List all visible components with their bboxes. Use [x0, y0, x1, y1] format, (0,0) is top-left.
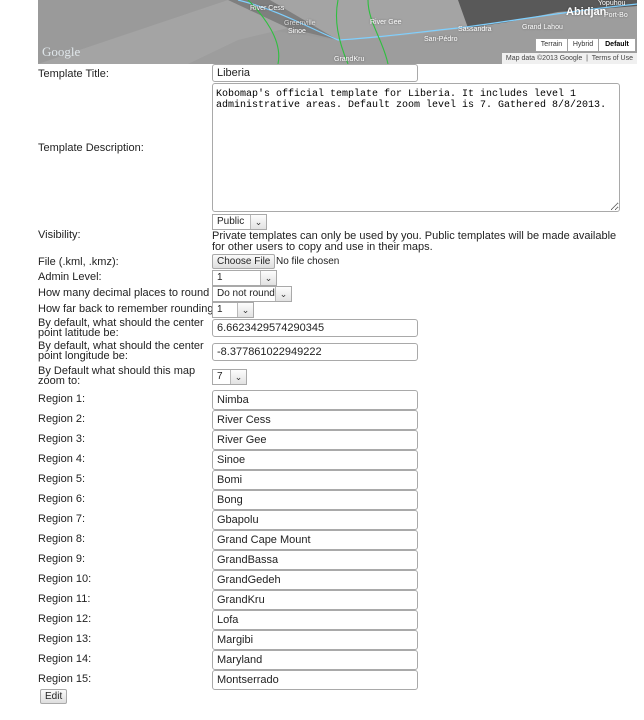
decimal-places-selected-value: Do not round	[217, 288, 275, 299]
map-type-hybrid[interactable]: Hybrid	[567, 38, 599, 52]
default-zoom-selected-value: 7	[217, 371, 223, 382]
rounding-memory-select[interactable]: 1 ⌄	[212, 302, 254, 318]
map-label-abidjan: Abidjan	[566, 6, 607, 18]
region-input[interactable]: Sinoe	[212, 450, 418, 470]
admin-level-select[interactable]: 1 ⌄	[212, 270, 277, 286]
region-label: Region 8:	[38, 533, 86, 545]
region-input[interactable]: Maryland	[212, 650, 418, 670]
chevron-down-icon: ⌄	[237, 303, 253, 317]
terms-of-use-link[interactable]: Terms of Use	[592, 55, 633, 62]
map-view[interactable]: River Cess Greenville Sinoe River Gee Sa…	[38, 0, 637, 64]
center-longitude-label: By default, what should the center point…	[38, 340, 204, 362]
map-label-san-pedro: San-Pédro	[424, 36, 458, 43]
file-label: File (.kml, .kmz):	[38, 256, 119, 268]
decimal-places-select[interactable]: Do not round ⌄	[212, 286, 292, 302]
region-input[interactable]: River Gee	[212, 430, 418, 450]
region-label: Region 13:	[38, 633, 92, 645]
admin-level-selected-value: 1	[217, 272, 223, 283]
region-label: Region 5:	[38, 473, 86, 485]
rounding-memory-selected-value: 1	[217, 304, 223, 315]
template-title-input[interactable]: Liberia	[212, 64, 418, 82]
chevron-down-icon: ⌄	[250, 215, 266, 229]
region-label: Region 7:	[38, 513, 86, 525]
visibility-select[interactable]: Public ⌄	[212, 214, 267, 230]
region-label: Region 1:	[38, 393, 86, 405]
visibility-label: Visibility:	[38, 229, 81, 241]
map-label-yopuhou: Yopuhou	[598, 0, 626, 7]
map-label-sinoe: Sinoe	[288, 28, 306, 35]
region-input[interactable]: Grand Cape Mount	[212, 530, 418, 550]
region-input[interactable]: Bomi	[212, 470, 418, 490]
file-status-text: No file chosen	[276, 256, 340, 267]
template-description-label: Template Description:	[38, 142, 144, 154]
region-label: Region 11:	[38, 593, 91, 605]
center-latitude-label: By default, what should the center point…	[38, 317, 204, 339]
map-label-greenville: Greenville	[284, 20, 316, 27]
admin-level-label: Admin Level:	[38, 271, 102, 283]
template-title-label: Template Title:	[38, 68, 109, 80]
center-longitude-input[interactable]: -8.377861022949222	[212, 343, 418, 361]
chevron-down-icon: ⌄	[230, 370, 246, 384]
region-input[interactable]: River Cess	[212, 410, 418, 430]
rounding-memory-label: How far back to remember rounding:	[38, 303, 217, 315]
visibility-help-text: Private templates can only be used by yo…	[212, 230, 617, 253]
map-type-terrain[interactable]: Terrain	[535, 38, 568, 52]
default-zoom-select[interactable]: 7 ⌄	[212, 369, 247, 385]
map-label-river-gee: River Gee	[370, 19, 402, 26]
map-data-credit: Map data ©2013 Google	[505, 55, 583, 62]
region-label: Region 4:	[38, 453, 86, 465]
region-label: Region 12:	[38, 613, 92, 625]
region-label: Region 2:	[38, 413, 86, 425]
region-input[interactable]: Lofa	[212, 610, 418, 630]
google-logo: Google	[42, 44, 81, 59]
decimal-places-label: How many decimal places to round to:	[38, 287, 225, 299]
template-description-textarea[interactable]: Kobomap's official template for Liberia.…	[212, 83, 620, 212]
map-label-grandkru: GrandKru	[334, 56, 365, 63]
map-label-sassandra: Sassandra	[458, 26, 492, 33]
region-input[interactable]: GrandKru	[212, 590, 418, 610]
region-input[interactable]: Margibi	[212, 630, 418, 650]
map-label-port-bouet: Port-Bo	[604, 12, 628, 19]
chevron-down-icon: ⌄	[260, 271, 276, 285]
edit-button[interactable]: Edit	[40, 689, 68, 704]
region-input[interactable]: Montserrado	[212, 670, 418, 690]
map-label-river-cess: River Cess	[250, 5, 285, 12]
map-type-default[interactable]: Default	[598, 38, 636, 52]
region-input[interactable]: GrandBassa	[212, 550, 418, 570]
region-input[interactable]: Nimba	[212, 390, 418, 410]
region-input[interactable]: Gbapolu	[212, 510, 418, 530]
default-zoom-label: By Default what should this map zoom to:	[38, 365, 196, 387]
region-input[interactable]: GrandGedeh	[212, 570, 418, 590]
region-label: Region 10:	[38, 573, 92, 585]
region-label: Region 9:	[38, 553, 86, 565]
choose-file-button[interactable]: Choose File	[212, 254, 276, 269]
region-label: Region 3:	[38, 433, 86, 445]
chevron-down-icon: ⌄	[275, 287, 291, 301]
visibility-selected-value: Public	[217, 216, 245, 227]
region-input[interactable]: Bong	[212, 490, 418, 510]
region-label: Region 15:	[38, 673, 92, 685]
map-label-grand-lahou: Grand Lahou	[522, 24, 563, 31]
map-attribution: Map data ©2013 Google | Terms of Use	[501, 53, 637, 64]
region-label: Region 14:	[38, 653, 92, 665]
center-latitude-input[interactable]: 6.6623429574290345	[212, 319, 418, 337]
region-label: Region 6:	[38, 493, 86, 505]
